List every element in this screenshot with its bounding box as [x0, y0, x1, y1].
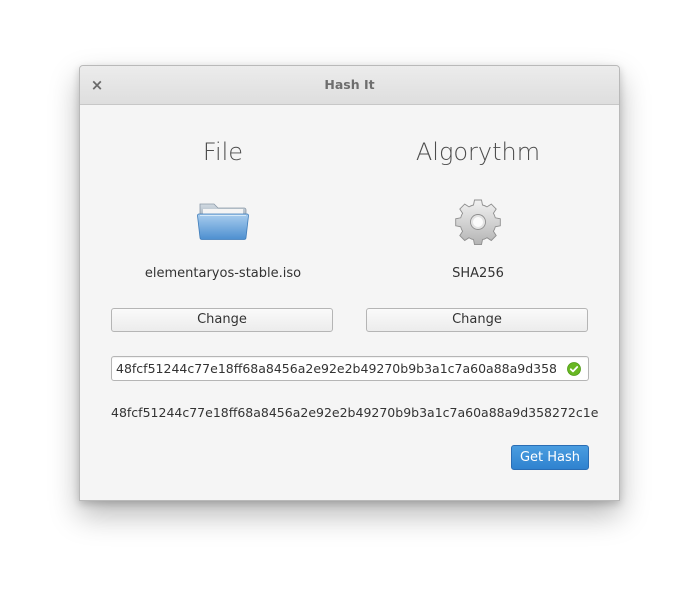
- file-name: elementaryos-stable.iso: [144, 266, 302, 281]
- algorithm-name: SHA256: [452, 266, 504, 281]
- algorithm-heading: Algorythm: [415, 138, 541, 166]
- check-circle-icon: [567, 361, 581, 376]
- app-window: × Hash It File elementaryos-stable.iso C…: [79, 65, 620, 501]
- compare-hash-field[interactable]: [111, 356, 589, 381]
- window-title: Hash It: [324, 77, 375, 92]
- titlebar: × Hash It: [80, 66, 619, 105]
- get-hash-button[interactable]: Get Hash: [511, 445, 589, 470]
- compare-hash-input[interactable]: [116, 357, 556, 380]
- change-algorithm-button[interactable]: Change: [366, 308, 588, 332]
- change-file-button[interactable]: Change: [111, 308, 333, 332]
- gear-icon: [452, 196, 504, 248]
- folder-icon: [197, 196, 249, 248]
- computed-hash-text: 48fcf51244c77e18ff68a8456a2e92e2b49270b9…: [111, 405, 599, 420]
- file-heading: File: [202, 138, 244, 166]
